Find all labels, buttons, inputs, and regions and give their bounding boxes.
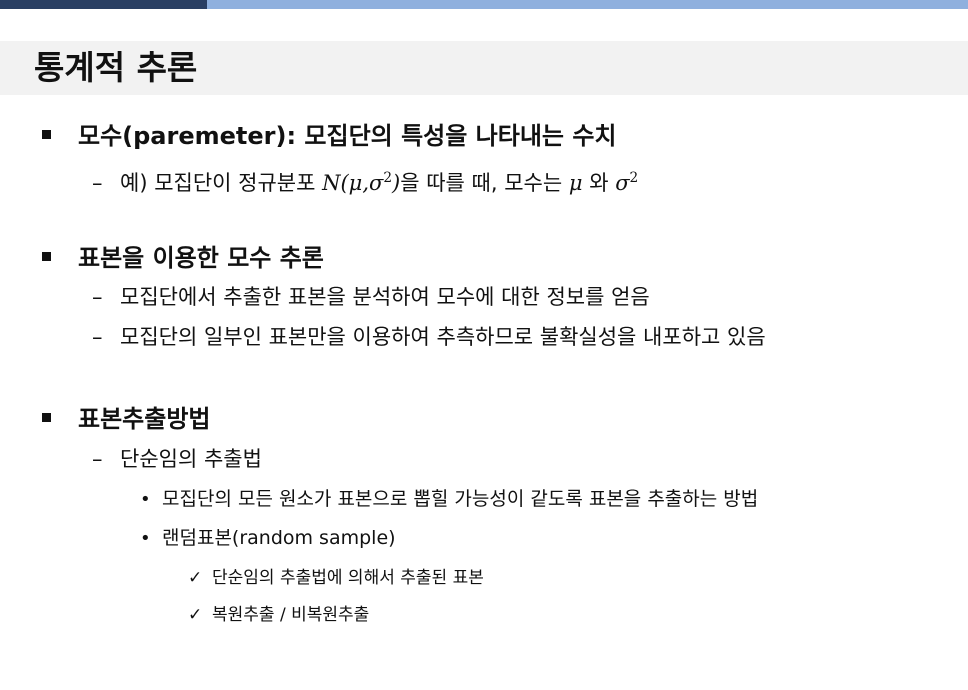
square-bullet-icon xyxy=(42,129,51,139)
example-and: 와 xyxy=(582,171,616,195)
list-item-text: 모집단의 일부인 표본만을 이용하여 추측하므로 불확실성을 내포하고 있음 xyxy=(120,325,766,349)
dash-icon: – xyxy=(92,325,103,349)
list-item: – 모집단에서 추출한 표본을 분석하여 모수에 대한 정보를 얻음 xyxy=(92,282,650,312)
list-item: ✓ 단순임의 추출법에 의해서 추출된 표본 xyxy=(188,565,484,591)
list-item: • 랜덤표본(random sample) xyxy=(140,524,396,552)
example-middle: 을 따를 때, 모수는 xyxy=(400,171,569,195)
top-accent-bar xyxy=(0,0,968,9)
dash-icon: – xyxy=(92,285,103,309)
formula-exponent: 2 xyxy=(383,170,393,186)
list-item: – 단순임의 추출법 xyxy=(92,444,262,474)
formula-close: ) xyxy=(392,171,401,195)
square-bullet-icon xyxy=(42,251,51,261)
section-heading-inference: 표본을 이용한 모수 추론 xyxy=(42,241,324,275)
checkmark-icon: ✓ xyxy=(188,568,203,588)
sigma-exponent: 2 xyxy=(629,170,639,186)
heading-text: 표본을 이용한 모수 추론 xyxy=(78,244,324,272)
section-heading-sampling: 표본추출방법 xyxy=(42,402,210,436)
square-bullet-icon xyxy=(42,412,51,422)
list-item-text: 단순임의 추출법에 의해서 추출된 표본 xyxy=(212,568,484,588)
section-heading-parameter: 모수(paremeter): 모집단의 특성을 나타내는 수치 xyxy=(42,119,617,153)
list-item: – 모집단의 일부인 표본만을 이용하여 추측하므로 불확실성을 내포하고 있음 xyxy=(92,322,766,352)
top-accent-bar-dark xyxy=(0,0,207,9)
sigma-squared: σ2 xyxy=(615,170,639,195)
list-item: • 모집단의 모든 원소가 표본으로 뽑힐 가능성이 같도록 표본을 추출하는 방… xyxy=(140,485,758,513)
dash-icon: – xyxy=(92,447,103,471)
parameter-example: – 예) 모집단이 정규분포 N(μ,σ2)을 따를 때, 모수는 μ 와 σ2 xyxy=(92,163,639,195)
dot-bullet-icon: • xyxy=(140,528,151,549)
list-item-text: 단순임의 추출법 xyxy=(120,447,262,471)
title-band: 통계적 추론 xyxy=(0,41,968,95)
slide-title: 통계적 추론 xyxy=(34,48,198,87)
list-item-text: 모집단에서 추출한 표본을 분석하여 모수에 대한 정보를 얻음 xyxy=(120,285,650,309)
heading-text: 모수(paremeter): 모집단의 특성을 나타내는 수치 xyxy=(78,122,617,150)
dash-icon: – xyxy=(92,171,103,195)
list-item: ✓ 복원추출 / 비복원추출 xyxy=(188,602,369,628)
list-item-text: 복원추출 / 비복원추출 xyxy=(212,605,370,625)
mu-symbol: μ xyxy=(568,171,583,195)
sigma-symbol: σ xyxy=(615,171,630,195)
checkmark-icon: ✓ xyxy=(188,605,203,625)
example-prefix: 예) 모집단이 정규분포 xyxy=(120,171,323,195)
normal-distribution-formula: N(μ,σ2) xyxy=(322,170,401,195)
formula-body: N(μ,σ xyxy=(322,171,384,195)
dot-bullet-icon: • xyxy=(140,489,151,510)
heading-text: 표본추출방법 xyxy=(78,405,211,433)
list-item-text: 모집단의 모든 원소가 표본으로 뽑힐 가능성이 같도록 표본을 추출하는 방법 xyxy=(162,488,759,510)
top-accent-bar-light xyxy=(207,0,968,9)
list-item-text: 랜덤표본(random sample) xyxy=(162,527,396,549)
